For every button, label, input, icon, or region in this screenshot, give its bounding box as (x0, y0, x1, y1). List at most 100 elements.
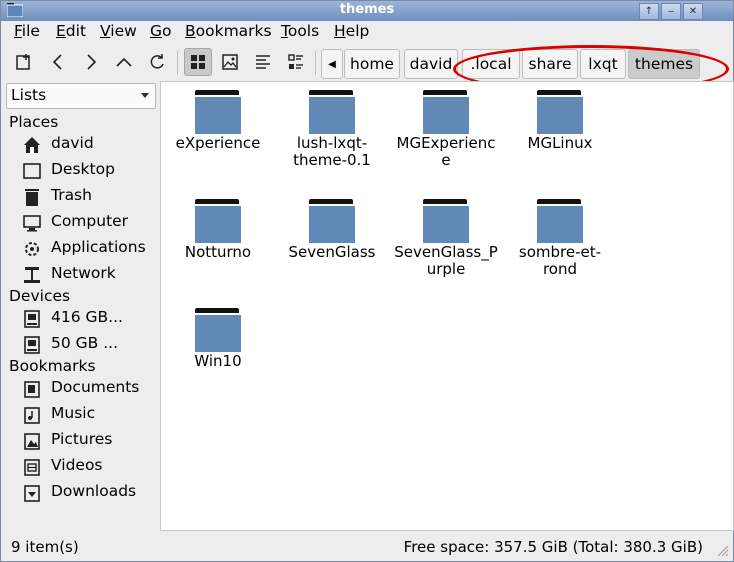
folder-item[interactable]: lush-lxqt-theme-0.1 (275, 90, 389, 169)
sidebar-item-label: Documents (51, 378, 140, 396)
menu-view[interactable]: View (100, 22, 137, 40)
folder-item[interactable]: eXperience (161, 90, 275, 152)
folder-icon (195, 199, 241, 243)
folder-icon (195, 308, 241, 352)
breadcrumb-share[interactable]: share (522, 49, 578, 79)
detailed-view-button[interactable] (283, 49, 309, 75)
breadcrumb-themes[interactable]: themes (628, 49, 700, 79)
sidebar-item-label: Computer (51, 212, 129, 230)
folder-icon (423, 90, 469, 134)
breadcrumb-david[interactable]: david (404, 49, 458, 79)
folder-item[interactable]: MGLinux (503, 90, 617, 152)
breadcrumb-scroll-left-button[interactable]: ◀ (321, 49, 343, 79)
sidebar-item-home[interactable]: david (21, 133, 157, 157)
folder-item[interactable]: MGExperience (389, 90, 503, 169)
up-button[interactable] (111, 49, 137, 75)
window-title: themes (339, 2, 395, 17)
icon-view-icon (191, 55, 205, 69)
menu-help[interactable]: Help (334, 22, 369, 40)
documents-icon (24, 381, 40, 398)
folder-view[interactable]: eXperience lush-lxqt-theme-0.1 MGExperie… (160, 81, 734, 531)
new-window-button[interactable] (11, 49, 37, 75)
toolbar-separator (315, 51, 316, 75)
trash-icon (25, 189, 39, 206)
sidebar-item-label: Videos (51, 456, 103, 474)
home-icon (24, 137, 40, 153)
side-pane-mode-label: Lists (11, 86, 47, 104)
folder-name: SevenGlass (288, 243, 376, 261)
menu-edit[interactable]: Edit (56, 22, 86, 40)
breadcrumb-local[interactable]: .local (462, 49, 520, 79)
sidebar-item-device-50gb[interactable]: 50 GB ... (21, 333, 157, 357)
breadcrumb-home[interactable]: home (344, 49, 400, 79)
network-icon (24, 267, 40, 283)
music-icon (24, 407, 40, 424)
sidebar-item-network[interactable]: Network (21, 263, 157, 287)
folder-icon (537, 199, 583, 243)
sidebar-item-label: Desktop (51, 160, 115, 178)
up-arrow-button[interactable]: ↑ (639, 3, 659, 20)
toolbar-separator (177, 51, 178, 75)
side-pane: Lists Places david Desktop Trash Compute… (1, 81, 159, 529)
sidebar-item-label: 416 GB... (51, 308, 123, 326)
sidebar-item-videos[interactable]: Videos (21, 455, 157, 479)
up-icon (116, 57, 132, 67)
folder-name: Notturno (184, 243, 252, 261)
pictures-icon (24, 433, 40, 450)
menu-go[interactable]: Go (150, 22, 172, 40)
file-manager-window: themes ↑ ‒ ✕ File Edit View Go Bookmarks… (0, 0, 734, 562)
sidebar-item-label: Network (51, 264, 116, 282)
folder-name: SevenGlass_Purple (394, 243, 498, 278)
folder-name: sombre-et-rond (518, 243, 602, 278)
folder-item[interactable]: SevenGlass_Purple (389, 199, 503, 278)
close-button[interactable]: ✕ (683, 3, 703, 20)
drive-icon (24, 310, 40, 328)
sidebar-item-pictures[interactable]: Pictures (21, 429, 157, 453)
back-button[interactable] (45, 49, 71, 75)
side-pane-mode-select[interactable]: Lists (6, 83, 156, 109)
downloads-icon (24, 485, 40, 502)
forward-button[interactable] (78, 49, 104, 75)
folder-item[interactable]: sombre-et-rond (503, 199, 617, 278)
sidebar-item-device-416gb[interactable]: 416 GB... (21, 307, 157, 331)
status-bar: 9 item(s) Free space: 357.5 GiB (Total: … (1, 531, 733, 561)
menu-tools[interactable]: Tools (281, 22, 319, 40)
sidebar-item-desktop[interactable]: Desktop (21, 159, 157, 183)
menu-bookmarks[interactable]: Bookmarks (185, 22, 272, 40)
icon-view-button[interactable] (184, 48, 212, 76)
applications-icon (25, 242, 39, 256)
new-window-icon (16, 54, 30, 70)
sidebar-item-trash[interactable]: Trash (21, 185, 157, 209)
sidebar-item-downloads[interactable]: Downloads (21, 481, 157, 505)
thumbnail-view-button[interactable] (217, 49, 243, 75)
folder-item[interactable]: SevenGlass (275, 199, 389, 261)
breadcrumb-lxqt[interactable]: lxqt (580, 49, 626, 79)
compact-view-icon (256, 55, 270, 69)
sidebar-item-label: Applications (51, 238, 146, 256)
triangle-left-icon: ◀ (328, 58, 336, 70)
menu-file[interactable]: File (14, 22, 40, 40)
folder-name: eXperience (175, 134, 261, 152)
sidebar-item-documents[interactable]: Documents (21, 377, 157, 401)
sidebar-item-label: Downloads (51, 482, 137, 500)
free-space-info: Free space: 357.5 GiB (Total: 380.3 GiB) (403, 538, 703, 556)
reload-button[interactable] (144, 49, 170, 75)
menu-bar: File Edit View Go Bookmarks Tools Help (1, 21, 733, 43)
sidebar-item-label: david (51, 134, 94, 152)
minimize-button[interactable]: ‒ (661, 3, 681, 20)
folder-name: lush-lxqt-theme-0.1 (293, 134, 371, 169)
folder-icon (309, 90, 355, 134)
folder-item[interactable]: Win10 (161, 308, 275, 370)
sidebar-item-label: 50 GB ... (51, 334, 119, 352)
thumbnail-view-icon (222, 54, 238, 70)
item-count: 9 item(s) (11, 538, 79, 556)
resize-grip-icon[interactable] (715, 543, 729, 557)
sidebar-item-music[interactable]: Music (21, 403, 157, 427)
back-icon (52, 54, 62, 70)
reload-icon (150, 54, 164, 69)
sidebar-item-applications[interactable]: Applications (21, 237, 157, 261)
folder-item[interactable]: Notturno (161, 199, 275, 261)
compact-view-button[interactable] (250, 49, 276, 75)
sidebar-item-computer[interactable]: Computer (21, 211, 157, 235)
title-bar[interactable]: themes ↑ ‒ ✕ (1, 1, 733, 21)
